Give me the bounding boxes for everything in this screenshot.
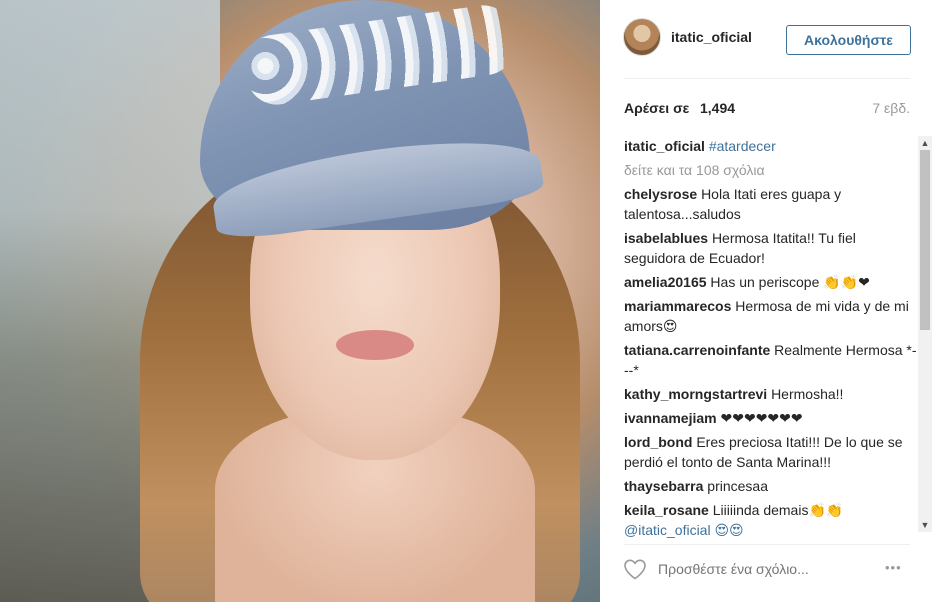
- comment-item: thaysebarra princesaa: [624, 476, 918, 496]
- comment-item: mariammarecos Hermosa de mi vida y de mi…: [624, 296, 918, 336]
- caption: itatic_oficial #atardecer: [624, 136, 918, 156]
- likes-label: Αρέσει σε: [624, 100, 690, 116]
- comment-username[interactable]: isabelablues: [624, 230, 708, 246]
- scroll-up-arrow-icon[interactable]: ▲: [918, 136, 932, 150]
- comment-username[interactable]: tatiana.carrenoinfante: [624, 342, 770, 358]
- comment-username[interactable]: amelia20165: [624, 274, 707, 290]
- comment-item: amelia20165 Has un periscope 👏👏❤: [624, 272, 918, 292]
- comment-text: Has un periscope 👏👏❤: [710, 274, 870, 290]
- comment-item: kathy_morngstartrevi Hermosha!!: [624, 384, 918, 404]
- post-age[interactable]: 7 εβδ.: [872, 100, 910, 116]
- comment-username[interactable]: chelysrose: [624, 186, 697, 202]
- comment-text: princesaa: [707, 478, 768, 494]
- heart-icon[interactable]: [623, 558, 647, 580]
- comment-username[interactable]: keila_rosane: [624, 502, 709, 518]
- view-all-comments-link[interactable]: δείτε και τα 108 σχόλια: [624, 160, 918, 180]
- avatar[interactable]: [623, 18, 661, 56]
- comment-username[interactable]: thaysebarra: [624, 478, 703, 494]
- header-username[interactable]: itatic_oficial: [671, 29, 752, 45]
- likes-count[interactable]: 1,494: [700, 100, 735, 116]
- caption-hashtag[interactable]: #atardecer: [709, 138, 776, 154]
- comment-item: chelysrose Hola Itati eres guapa y talen…: [624, 184, 918, 224]
- scroll-thumb[interactable]: [920, 150, 930, 330]
- photo-lips: [336, 330, 414, 360]
- bottom-divider: [624, 544, 910, 545]
- comment-item: ivannamejiam ❤❤❤❤❤❤❤: [624, 408, 918, 428]
- comment-mention[interactable]: @itatic_oficial 😍😍: [624, 522, 744, 538]
- follow-button[interactable]: Ακολουθήστε: [786, 25, 911, 55]
- comment-text: Liiiiinda demais👏👏: [712, 502, 844, 518]
- comment-text: ❤❤❤❤❤❤❤: [720, 410, 803, 426]
- comment-username[interactable]: mariammarecos: [624, 298, 731, 314]
- comment-item: keila_rosane Liiiiinda demais👏👏 @itatic_…: [624, 500, 918, 538]
- comments-scrollbar[interactable]: ▲ ▼: [918, 136, 932, 532]
- comment-item: tatiana.carrenoinfante Realmente Hermosa…: [624, 340, 918, 380]
- comment-item: isabelablues Hermosa Itatita!! Tu fiel s…: [624, 228, 918, 268]
- likes-row: Αρέσει σε 1,494 7 εβδ.: [624, 100, 910, 120]
- comment-username[interactable]: ivannamejiam: [624, 410, 717, 426]
- comment-username[interactable]: lord_bond: [624, 434, 692, 450]
- comment-input[interactable]: [658, 554, 878, 584]
- more-options-icon[interactable]: •••: [885, 560, 902, 575]
- comment-item: lord_bond Eres preciosa Itati!!! De lo q…: [624, 432, 918, 472]
- post-header: itatic_oficial Ακολουθήστε: [600, 0, 932, 78]
- comment-bar: •••: [600, 546, 932, 602]
- comments-list: itatic_oficial #atardecer δείτε και τα 1…: [624, 136, 918, 538]
- comment-text: Hermosha!!: [771, 386, 844, 402]
- scroll-down-arrow-icon[interactable]: ▼: [918, 518, 932, 532]
- comment-username[interactable]: kathy_morngstartrevi: [624, 386, 767, 402]
- post-side-panel: itatic_oficial Ακολουθήστε Αρέσει σε 1,4…: [600, 0, 932, 602]
- caption-username[interactable]: itatic_oficial: [624, 138, 705, 154]
- header-divider: [624, 78, 910, 79]
- post-photo[interactable]: [0, 0, 600, 602]
